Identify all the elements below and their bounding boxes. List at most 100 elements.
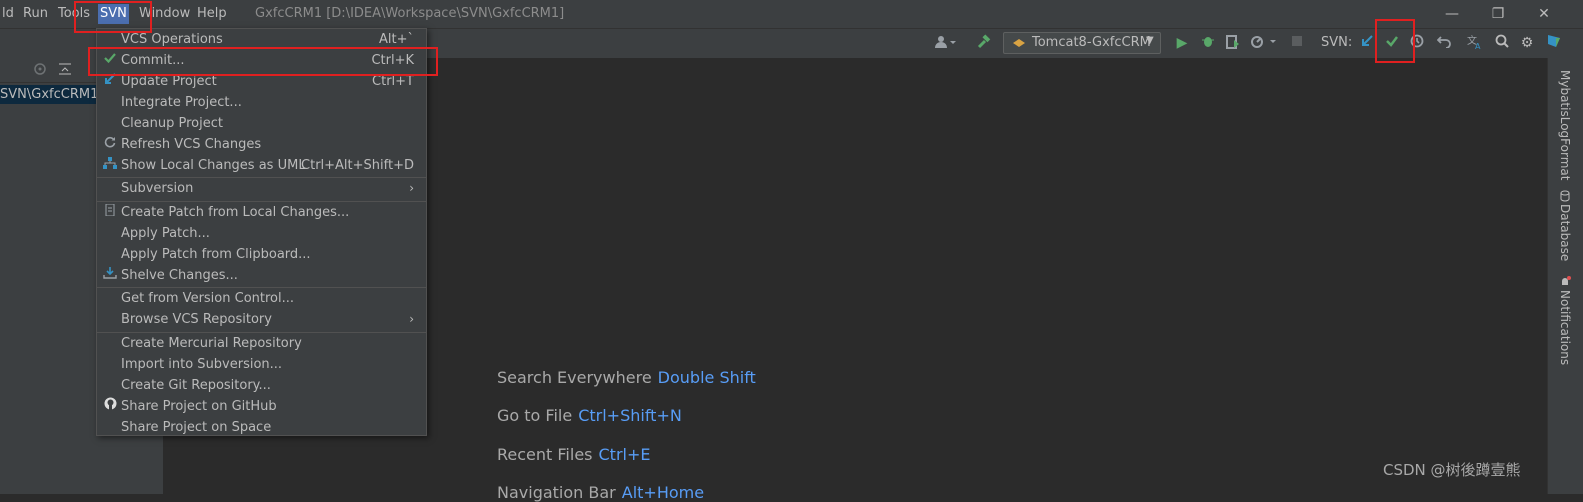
shelve-icon: [102, 265, 118, 286]
menu-item-label: Commit...: [121, 53, 185, 68]
menu-item-label: Refresh VCS Changes: [121, 137, 262, 152]
github-icon: [102, 396, 118, 417]
minimize-button[interactable]: —: [1440, 4, 1464, 24]
menu-item-label: Create Mercurial Repository: [121, 336, 302, 351]
tool-tab-mybatislogformat[interactable]: MybatisLogFormat: [1558, 70, 1572, 180]
menu-item-vcs-operations[interactable]: VCS Operations Alt+`: [97, 29, 426, 50]
translate-icon[interactable]: 文A: [1466, 34, 1484, 52]
user-dropdown-icon[interactable]: [932, 34, 958, 52]
menu-item-apply-patch-clipboard[interactable]: Apply Patch from Clipboard...: [97, 244, 426, 265]
settings-gear-icon[interactable]: ⚙: [1518, 34, 1536, 52]
menu-help[interactable]: Help: [195, 4, 229, 24]
menu-svn[interactable]: SVN: [98, 4, 129, 24]
search-icon[interactable]: [1493, 34, 1511, 52]
menu-item-apply-patch[interactable]: Apply Patch...: [97, 223, 426, 244]
menu-item-label: Update Project: [121, 74, 217, 89]
menu-item-create-git-repository[interactable]: Create Git Repository...: [97, 375, 426, 396]
menu-bar: ld Run Tools SVN Window Help GxfcCRM1 [D…: [0, 0, 1583, 28]
menu-item-label: Shelve Changes...: [121, 268, 238, 283]
tool-tab-notifications[interactable]: Notifications: [1558, 290, 1572, 365]
run-config-label: Tomcat8-GxfcCRM: [1032, 35, 1151, 50]
svg-text:A: A: [1475, 42, 1481, 50]
hint-label: Search Everywhere: [497, 368, 652, 387]
menu-item-label: Integrate Project...: [121, 95, 242, 110]
menu-item-label: VCS Operations: [121, 32, 223, 47]
hint-navigation-bar: Navigation Bar Alt+Home: [497, 483, 704, 502]
run-icon[interactable]: ▶: [1173, 34, 1191, 52]
menu-item-refresh-vcs-changes[interactable]: Refresh VCS Changes: [97, 134, 426, 155]
project-tree-root[interactable]: SVN\GxfcCRM1: [0, 85, 98, 104]
menu-item-create-patch[interactable]: Create Patch from Local Changes...: [97, 202, 426, 223]
hint-shortcut: Double Shift: [657, 368, 756, 387]
menu-item-shortcut: Ctrl+Alt+Shift+D: [301, 158, 414, 173]
locate-target-icon[interactable]: [33, 62, 47, 80]
menu-item-label: Apply Patch from Clipboard...: [121, 247, 311, 262]
check-icon: [102, 50, 118, 71]
refresh-icon: [102, 134, 118, 155]
tomcat-icon: [1012, 36, 1026, 54]
svn-rollback-icon[interactable]: [1435, 34, 1453, 52]
menu-item-shortcut: Alt+`: [379, 32, 414, 47]
menu-item-import-into-subversion[interactable]: Import into Subversion...: [97, 354, 426, 375]
hint-go-to-file: Go to File Ctrl+Shift+N: [497, 406, 682, 425]
menu-item-label: Create Patch from Local Changes...: [121, 205, 350, 220]
debug-icon[interactable]: [1199, 34, 1217, 52]
right-tool-strip: MybatisLogFormat Database Notifications: [1547, 58, 1583, 494]
menu-item-cleanup-project[interactable]: Cleanup Project: [97, 113, 426, 134]
hint-label: Recent Files: [497, 445, 593, 464]
coverage-icon[interactable]: [1224, 34, 1242, 52]
hint-label: Navigation Bar: [497, 483, 616, 502]
patch-icon: [102, 202, 118, 223]
menu-item-shortcut: Ctrl+T: [372, 74, 414, 89]
hint-search-everywhere: Search Everywhere Double Shift: [497, 368, 756, 387]
menu-item-share-on-github[interactable]: Share Project on GitHub: [97, 396, 426, 417]
jetbrains-toolbox-icon[interactable]: [1545, 34, 1563, 52]
menu-item-browse-vcs-repository[interactable]: Browse VCS Repository ›: [97, 309, 426, 330]
menu-item-show-local-changes-uml[interactable]: Show Local Changes as UML Ctrl+Alt+Shift…: [97, 155, 426, 176]
hint-shortcut: Alt+Home: [621, 483, 705, 502]
menu-item-integrate-project[interactable]: Integrate Project...: [97, 92, 426, 113]
menu-build[interactable]: ld: [0, 4, 16, 24]
menu-tools[interactable]: Tools: [56, 4, 92, 24]
hint-label: Go to File: [497, 406, 573, 425]
close-button[interactable]: ✕: [1532, 4, 1556, 24]
menu-item-label: Get from Version Control...: [121, 291, 295, 306]
menu-item-shelve-changes[interactable]: Shelve Changes...: [97, 265, 426, 286]
menu-window[interactable]: Window: [137, 4, 192, 24]
uml-icon: [102, 155, 118, 176]
menu-item-label: Share Project on Space: [121, 420, 272, 435]
menu-item-update-project[interactable]: Update Project Ctrl+T: [97, 71, 426, 92]
menu-item-share-on-space[interactable]: Share Project on Space: [97, 417, 426, 438]
menu-item-label: Import into Subversion...: [121, 357, 283, 372]
menu-item-label: Show Local Changes as UML: [121, 158, 306, 173]
build-hammer-icon[interactable]: [975, 34, 993, 52]
menu-item-label: Cleanup Project: [121, 116, 223, 131]
svn-update-icon[interactable]: [1358, 34, 1376, 52]
collapse-all-icon[interactable]: [58, 62, 72, 80]
update-arrow-icon: [102, 71, 118, 92]
hint-shortcut: Ctrl+Shift+N: [578, 406, 682, 425]
menu-item-label: Apply Patch...: [121, 226, 210, 241]
chevron-right-icon: ›: [409, 181, 414, 195]
svn-toolbar-label: SVN:: [1321, 35, 1353, 50]
menu-item-get-from-vcs[interactable]: Get from Version Control...: [97, 288, 426, 309]
svn-dropdown-menu: VCS Operations Alt+` Commit... Ctrl+K Up…: [96, 28, 427, 436]
svn-history-icon[interactable]: [1408, 34, 1426, 52]
chevron-right-icon: ›: [409, 312, 414, 326]
menu-item-shortcut: Ctrl+K: [371, 53, 414, 68]
menu-item-create-mercurial[interactable]: Create Mercurial Repository: [97, 333, 426, 354]
menu-item-commit[interactable]: Commit... Ctrl+K: [97, 50, 426, 71]
menu-run[interactable]: Run: [21, 4, 50, 24]
menu-item-label: Subversion: [121, 181, 194, 196]
stop-icon[interactable]: [1288, 34, 1306, 52]
run-configuration-select[interactable]: Tomcat8-GxfcCRM ▼: [1003, 32, 1161, 54]
hint-recent-files: Recent Files Ctrl+E: [497, 445, 650, 464]
menu-item-subversion[interactable]: Subversion ›: [97, 178, 426, 199]
restore-button[interactable]: ❐: [1486, 4, 1510, 24]
tool-tab-database[interactable]: Database: [1558, 204, 1572, 261]
menu-item-label: Browse VCS Repository: [121, 312, 272, 327]
watermark: CSDN @树後蹲壹熊: [1383, 461, 1521, 479]
profile-dropdown-icon[interactable]: [1249, 34, 1279, 52]
svn-commit-check-icon[interactable]: [1383, 34, 1401, 52]
menu-item-label: Share Project on GitHub: [121, 399, 277, 414]
